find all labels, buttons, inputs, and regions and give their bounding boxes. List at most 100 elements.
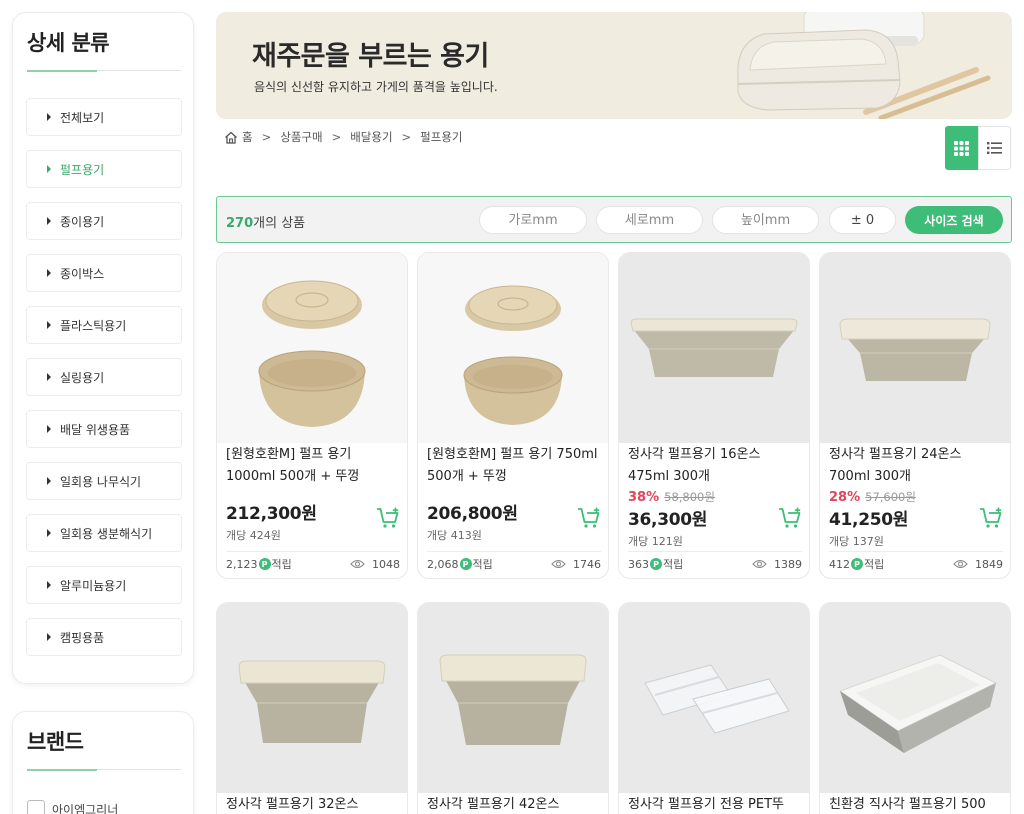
caret-right-icon: [47, 529, 51, 537]
product-unit-price: 개당 121원: [628, 535, 683, 548]
eye-icon: [752, 559, 767, 569]
breadcrumb-shop[interactable]: 상품구매: [280, 129, 322, 145]
home-icon[interactable]: [224, 131, 238, 144]
product-meta: 363 P 적립 1389: [628, 556, 802, 572]
sidebar-item-label: 일회용 생분해식기: [60, 526, 153, 541]
size-search-button[interactable]: 사이즈 검색: [905, 206, 1003, 234]
product-image[interactable]: [619, 253, 809, 443]
sidebar-item-plastic[interactable]: 플라스틱용기: [26, 306, 182, 344]
width-mm-input[interactable]: [480, 212, 586, 228]
sidebar-item-wooden[interactable]: 일회용 나무식기: [26, 462, 182, 500]
view-count: 1849: [953, 558, 1003, 571]
caret-right-icon: [47, 113, 51, 121]
product-card[interactable]: 정사각 펄프용기 32온스: [216, 602, 408, 814]
grid-view-button[interactable]: [945, 126, 978, 170]
product-image[interactable]: [820, 253, 1010, 443]
product-unit-price: 개당 137원: [829, 535, 884, 548]
product-name[interactable]: [원형호환M] 펄프 용기 750ml 500개 + 뚜껑: [427, 444, 601, 488]
sidebar-item-aluminum[interactable]: 알루미늄용기: [26, 566, 182, 604]
card-divider: [427, 551, 601, 552]
product-image[interactable]: [217, 253, 407, 443]
breadcrumb-separator: >: [261, 130, 272, 144]
eye-icon: [953, 559, 968, 569]
caret-right-icon: [47, 165, 51, 173]
height-field-wrap: [712, 206, 819, 234]
sidebar-item-label: 종이박스: [60, 266, 105, 281]
list-view-button[interactable]: [978, 126, 1011, 170]
sidebar-item-camping[interactable]: 캠핑용품: [26, 618, 182, 656]
breadcrumb-separator: >: [401, 130, 412, 144]
caret-right-icon: [47, 321, 51, 329]
depth-mm-input[interactable]: [597, 212, 702, 228]
product-price-block: 38% 58,800원 36,300원 개당 121원: [628, 489, 768, 549]
sidebar-item-sealing[interactable]: 실링용기: [26, 358, 182, 396]
sidebar-item-paper-box[interactable]: 종이박스: [26, 254, 182, 292]
sidebar-item-all[interactable]: 전체보기: [26, 98, 182, 136]
discount-row: 28% 57,600원: [829, 489, 969, 505]
add-to-cart-icon[interactable]: [376, 507, 400, 529]
tolerance-select[interactable]: ± 0: [829, 206, 896, 234]
sidebar-item-label: 배달 위생용품: [60, 422, 131, 437]
product-image[interactable]: [418, 603, 608, 793]
product-meta: 2,123 P 적립 1048: [226, 556, 400, 572]
product-image[interactable]: [418, 253, 608, 443]
depth-field-wrap: [596, 206, 703, 234]
reward-points: 363 P 적립: [628, 556, 683, 572]
reward-points: 2,123 P 적립: [226, 556, 292, 572]
points-icon: P: [851, 558, 863, 570]
product-name[interactable]: 정사각 펄프용기 16온스 475ml 300개: [628, 444, 802, 488]
list-view-icon: [987, 142, 1002, 154]
add-to-cart-icon[interactable]: [577, 507, 601, 529]
breadcrumb-delivery[interactable]: 배달용기: [350, 129, 392, 145]
discount-rate: 28%: [829, 489, 861, 505]
product-name[interactable]: 친환경 직사각 펄프용기 500: [829, 794, 1003, 814]
sidebar-item-label: 전체보기: [60, 110, 105, 125]
product-name[interactable]: [원형호환M] 펄프 용기 1000ml 500개 + 뚜껑: [226, 444, 400, 488]
sidebar-item-paper[interactable]: 종이용기: [26, 202, 182, 240]
banner-title: 재주문을 부르는 용기: [252, 41, 489, 72]
sidebar-item-hygiene[interactable]: 배달 위생용품: [26, 410, 182, 448]
product-name[interactable]: 정사각 펄프용기 전용 PET뚜: [628, 794, 802, 814]
product-name[interactable]: 정사각 펄프용기 32온스: [226, 794, 400, 814]
product-card[interactable]: 정사각 펄프용기 24온스 700ml 300개 28% 57,600원 41,2…: [819, 252, 1011, 579]
reward-points-value: 2,123: [226, 557, 258, 571]
sidebar-item-biodegradable[interactable]: 일회용 생분해식기: [26, 514, 182, 552]
sidebar-item-pulp[interactable]: 펄프용기: [26, 150, 182, 188]
product-image[interactable]: [619, 603, 809, 793]
brand-option[interactable]: 아이엠그리너: [27, 800, 118, 814]
product-price: 212,300원: [226, 504, 317, 524]
breadcrumb-home[interactable]: 홈: [242, 129, 253, 145]
product-card[interactable]: 정사각 펄프용기 42온스: [417, 602, 609, 814]
product-name[interactable]: 정사각 펄프용기 42온스: [427, 794, 601, 814]
category-list: 전체보기 펄프용기 종이용기 종이박스 플라스틱용기 실링용기 배달 위생용품 …: [26, 98, 182, 670]
category-panel-title: 상세 분류: [27, 31, 110, 55]
caret-right-icon: [47, 633, 51, 641]
product-meta: 2,068 P 적립 1746: [427, 556, 601, 572]
add-to-cart-icon[interactable]: [979, 507, 1003, 529]
reward-points-suffix: 적립: [472, 558, 493, 571]
original-price: 57,600원: [865, 490, 916, 504]
reward-points: 2,068 P 적립: [427, 556, 493, 572]
product-card[interactable]: 정사각 펄프용기 16온스 475ml 300개 38% 58,800원 36,3…: [618, 252, 810, 579]
product-card[interactable]: 정사각 펄프용기 전용 PET뚜: [618, 602, 810, 814]
product-name[interactable]: 정사각 펄프용기 24온스 700ml 300개: [829, 444, 1003, 488]
container-illustration: [737, 12, 991, 119]
grid-view-icon: [954, 140, 969, 156]
original-price: 58,800원: [664, 490, 715, 504]
card-divider: [829, 551, 1003, 552]
product-card[interactable]: 친환경 직사각 펄프용기 500: [819, 602, 1011, 814]
product-card[interactable]: [원형호환M] 펄프 용기 750ml 500개 + 뚜껑 206,800원 개…: [417, 252, 609, 579]
reward-points-value: 412: [829, 557, 850, 571]
product-image[interactable]: [217, 603, 407, 793]
product-unit-price: 개당 424원: [226, 529, 281, 542]
product-price-block: 212,300원 개당 424원: [226, 499, 366, 543]
product-price: 41,250원: [829, 510, 909, 530]
add-to-cart-icon[interactable]: [778, 507, 802, 529]
product-image[interactable]: [820, 603, 1010, 793]
caret-right-icon: [47, 425, 51, 433]
view-count-value: 1849: [975, 557, 1003, 571]
product-card[interactable]: [원형호환M] 펄프 용기 1000ml 500개 + 뚜껑 212,300원 …: [216, 252, 408, 579]
brand-checkbox[interactable]: [27, 800, 45, 814]
breadcrumb-separator: >: [331, 130, 342, 144]
height-mm-input[interactable]: [713, 212, 818, 228]
